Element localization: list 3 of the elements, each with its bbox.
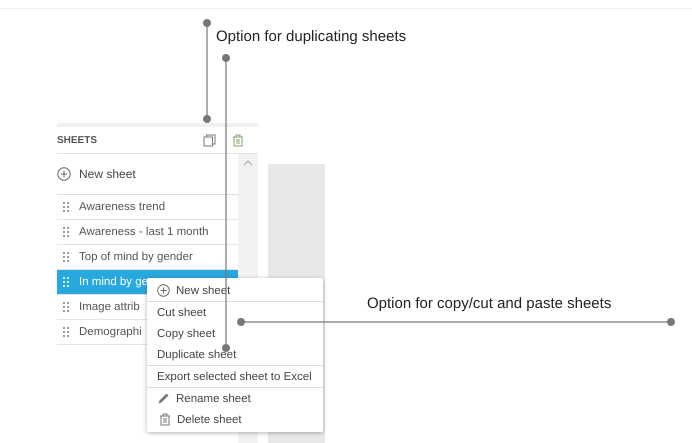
annotation-text: Option for duplicating sheets: [216, 28, 406, 45]
annotation-text: Option for copy/cut and paste sheets: [367, 295, 612, 312]
sidebar-title: SHEETS: [57, 134, 98, 146]
